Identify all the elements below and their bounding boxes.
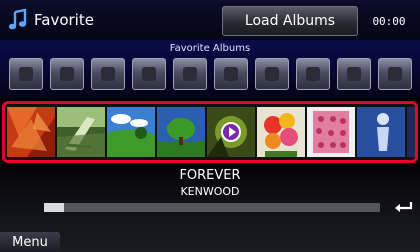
favorite-albums-panel: Favorite Albums bbox=[0, 40, 420, 98]
favorite-slot[interactable] bbox=[132, 58, 166, 90]
now-playing-panel: FOREVER KENWOOD Menu bbox=[0, 166, 420, 252]
menu-button[interactable]: Menu bbox=[0, 232, 60, 252]
play-icon bbox=[221, 122, 241, 142]
album-thumb-tree-sky[interactable] bbox=[157, 107, 205, 157]
artist-name: KENWOOD bbox=[180, 185, 240, 198]
favorite-title-label: Favorite bbox=[34, 11, 94, 29]
media-player-screen: Favorite Load Albums 00:00 Favorite Albu… bbox=[0, 0, 420, 252]
favorite-slot[interactable] bbox=[50, 58, 84, 90]
music-note-icon bbox=[8, 9, 27, 30]
album-thumb-red-flowers[interactable] bbox=[7, 107, 55, 157]
album-thumb-pink-pattern[interactable] bbox=[307, 107, 355, 157]
album-thumb-deck-chair[interactable] bbox=[57, 107, 105, 157]
album-strip[interactable] bbox=[2, 101, 418, 163]
favorite-slot[interactable] bbox=[9, 58, 43, 90]
header-bar: Favorite Load Albums 00:00 bbox=[0, 0, 420, 40]
favorite-slot[interactable] bbox=[255, 58, 289, 90]
album-thumb-edge bbox=[407, 107, 415, 157]
favorite-albums-label: Favorite Albums bbox=[169, 43, 251, 54]
favorite-slot[interactable] bbox=[214, 58, 248, 90]
return-icon[interactable] bbox=[392, 199, 414, 215]
album-thumb-blue-figure[interactable] bbox=[357, 107, 405, 157]
favorite-slot[interactable] bbox=[173, 58, 207, 90]
favorite-title: Favorite bbox=[8, 8, 94, 32]
album-thumb-now-playing[interactable] bbox=[207, 107, 255, 157]
progress-bar[interactable] bbox=[44, 203, 380, 212]
favorite-slot[interactable] bbox=[378, 58, 412, 90]
favorite-slot[interactable] bbox=[337, 58, 371, 90]
progress-fill bbox=[44, 203, 65, 212]
track-title: FOREVER bbox=[179, 168, 241, 183]
album-thumb-flower-bouquet[interactable] bbox=[257, 107, 305, 157]
favorite-slot[interactable] bbox=[296, 58, 330, 90]
clock-display: 00:00 bbox=[372, 14, 406, 28]
favorite-slot[interactable] bbox=[91, 58, 125, 90]
load-albums-button[interactable]: Load Albums bbox=[222, 6, 358, 36]
album-thumb-green-landscape[interactable] bbox=[107, 107, 155, 157]
